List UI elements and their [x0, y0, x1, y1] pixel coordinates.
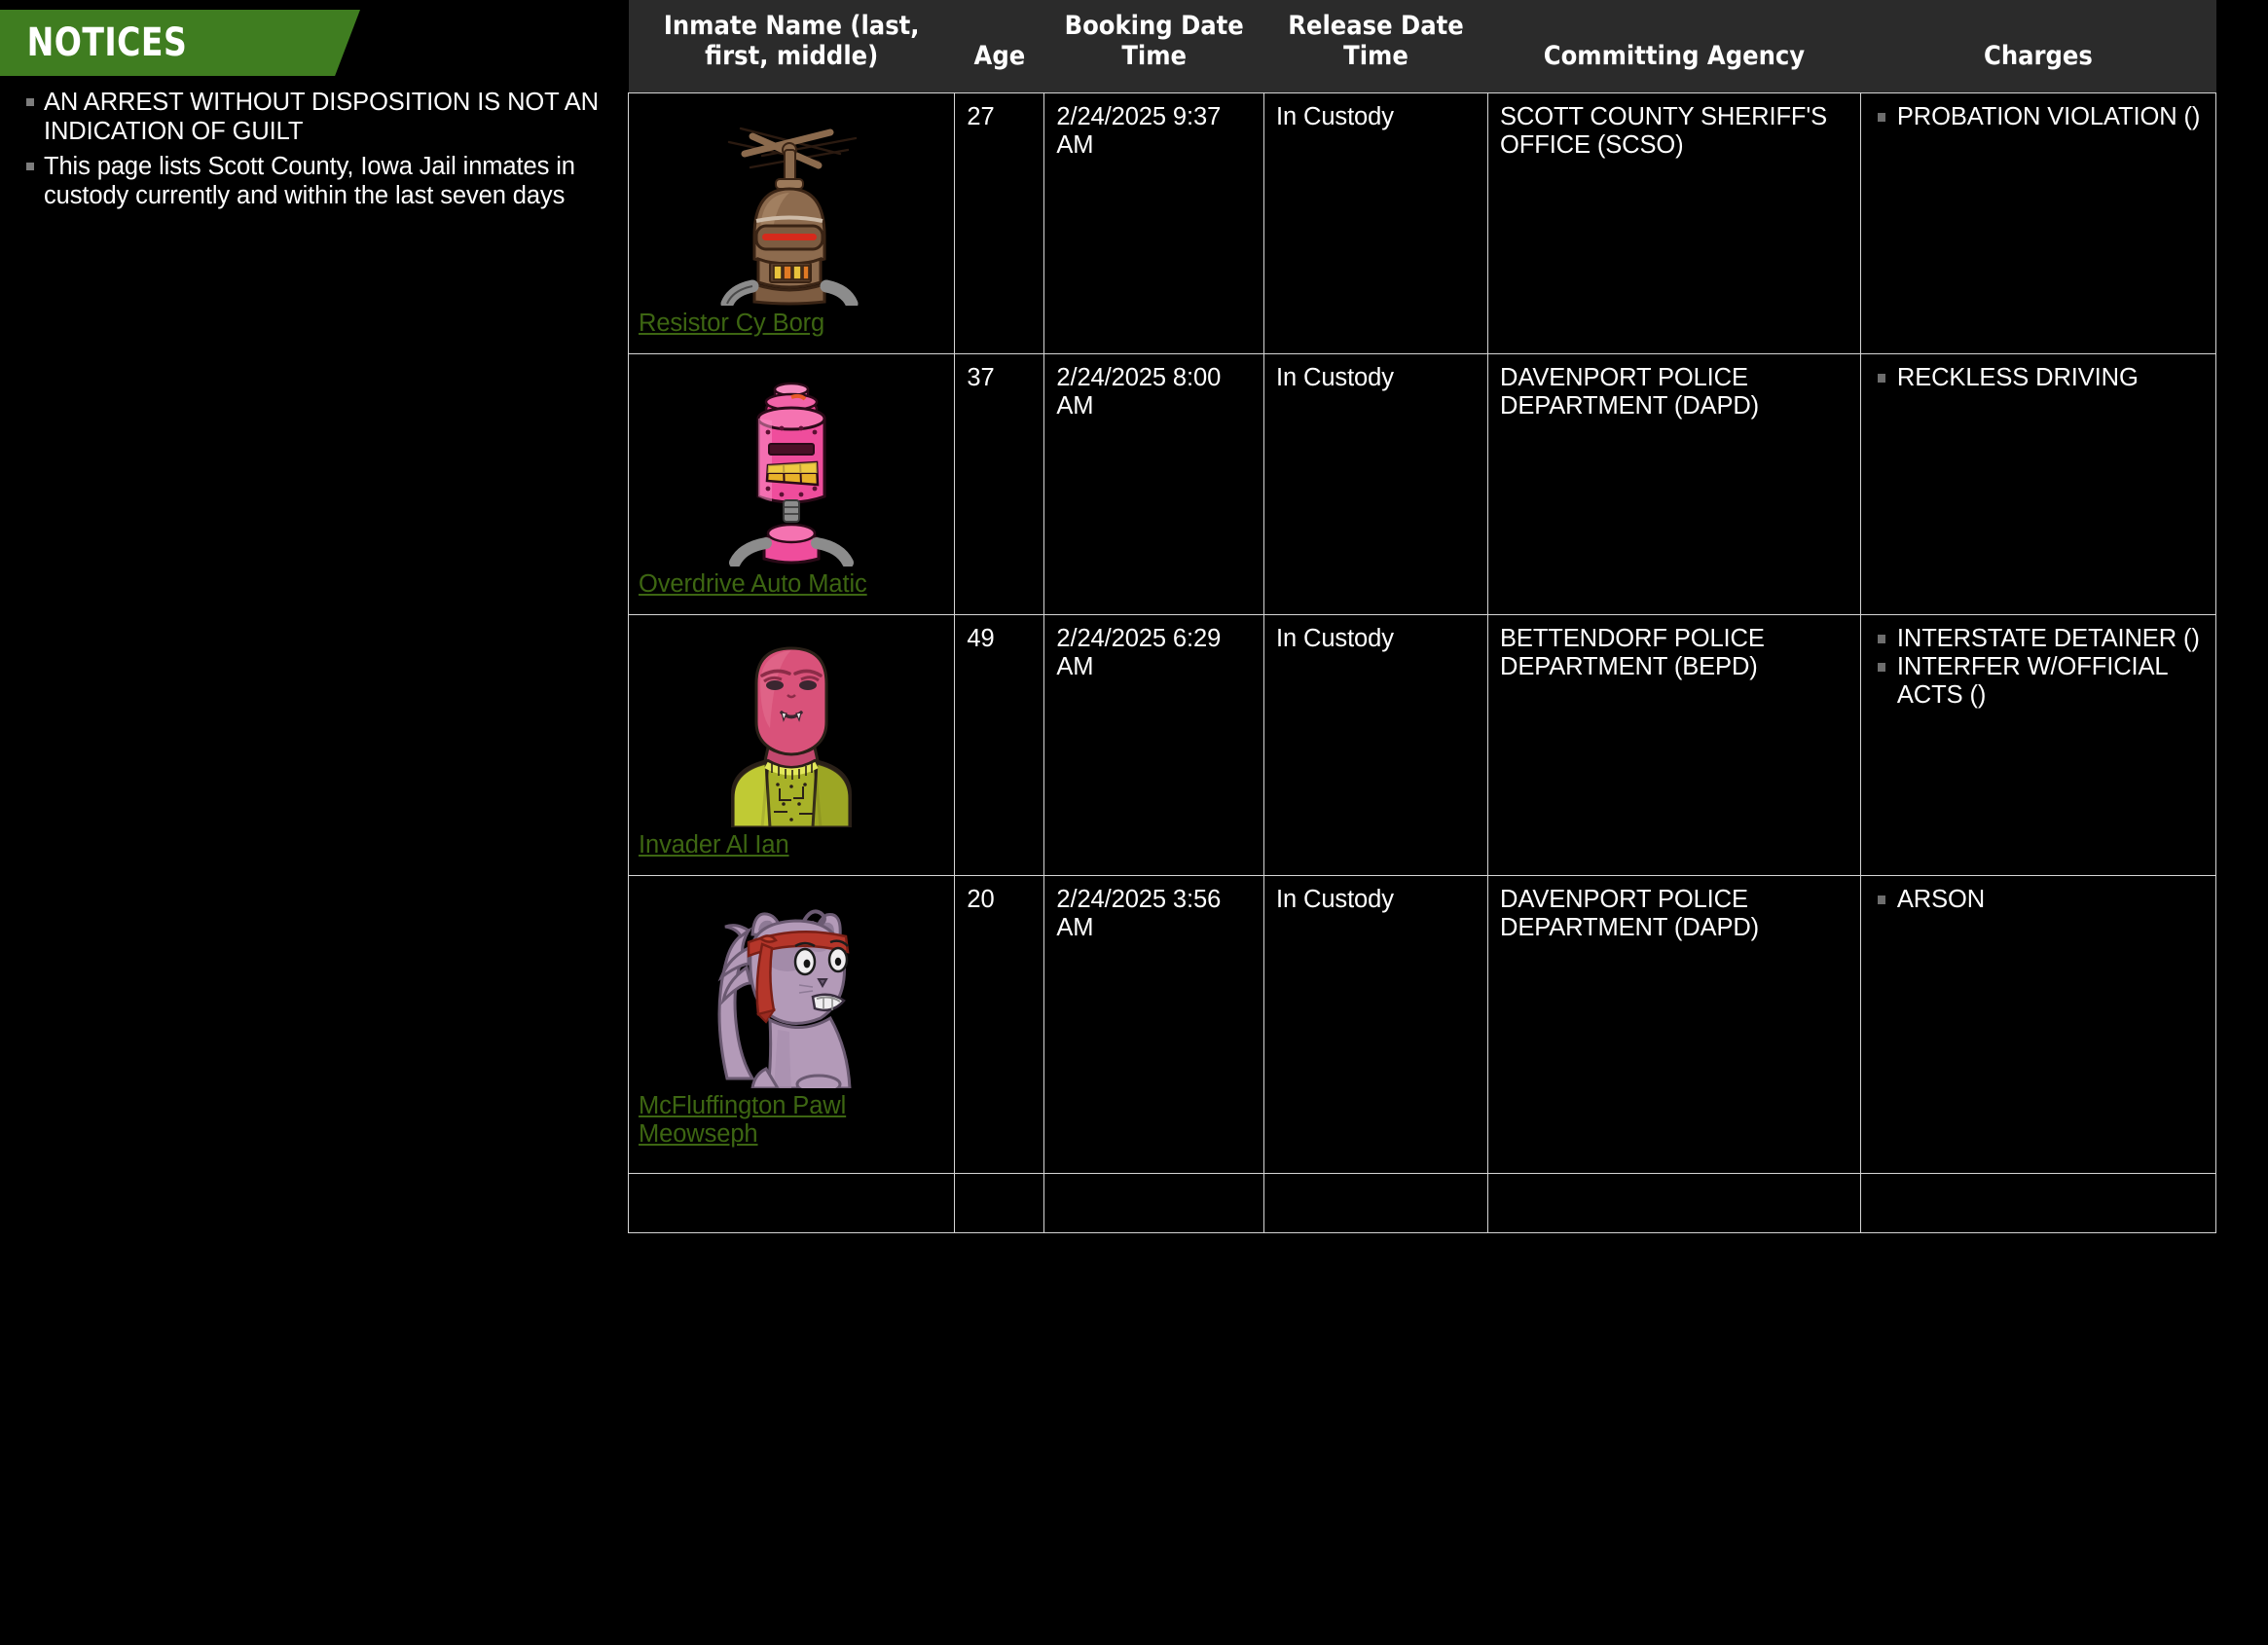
charges-list: INTERSTATE DETAINER () INTERFER W/OFFICI… — [1873, 625, 2204, 710]
avatar-image — [731, 645, 853, 827]
avatar-image — [717, 908, 852, 1088]
inmate-name-link[interactable]: Invader Al Ian — [629, 827, 789, 865]
inmate-booking-date-time — [1043, 1172, 1264, 1233]
square-bullet-icon — [1877, 634, 1885, 643]
notice-item: AN ARREST WITHOUT DISPOSITION IS NOT AN … — [18, 88, 604, 146]
inmate-name-cell: Overdrive Auto Matic — [627, 352, 956, 615]
inmate-committing-agency: BETTENDORF POLICE DEPARTMENT (BEPD) — [1487, 613, 1861, 876]
inmate-release-date-time — [1262, 1172, 1489, 1233]
square-bullet-icon — [26, 98, 34, 106]
avatar-image — [720, 127, 859, 306]
avatar-image — [729, 382, 855, 567]
table-body: Resistor Cy Borg 27 2/24/2025 9:37 AM In… — [627, 91, 2217, 1233]
notice-text: AN ARREST WITHOUT DISPOSITION IS NOT AN … — [44, 89, 599, 145]
inmate-booking-date-time: 2/24/2025 3:56 AM — [1043, 874, 1264, 1174]
inmate-booking-date-time: 2/24/2025 8:00 AM — [1043, 352, 1264, 615]
table-row: Invader Al Ian 49 2/24/2025 6:29 AM In C… — [627, 613, 2217, 876]
notice-item: This page lists Scott County, Iowa Jail … — [18, 152, 604, 210]
inmate-roster-page: NOTICES AN ARREST WITHOUT DISPOSITION IS… — [0, 0, 2268, 1645]
inmate-name-cell — [627, 1172, 956, 1233]
square-bullet-icon — [1877, 373, 1885, 383]
inmate-committing-agency: SCOTT COUNTY SHERIFF'S OFFICE (SCSO) — [1487, 91, 1861, 354]
charge-text: PROBATION VIOLATION () — [1896, 102, 2201, 130]
inmate-booking-date-time: 2/24/2025 6:29 AM — [1043, 613, 1264, 876]
inmate-name-cell: Invader Al Ian — [627, 613, 956, 876]
pink-robot-avatar — [629, 364, 954, 567]
column-header-booking-date-time[interactable]: Booking Date Time — [1043, 0, 1264, 92]
inmate-charges-cell: INTERSTATE DETAINER () INTERFER W/OFFICI… — [1859, 613, 2217, 876]
charge-item: RECKLESS DRIVING — [1873, 364, 2204, 392]
notices-list: AN ARREST WITHOUT DISPOSITION IS NOT AN … — [0, 88, 623, 210]
charge-text: RECKLESS DRIVING — [1896, 363, 2139, 391]
charges-list: RECKLESS DRIVING — [1873, 364, 2204, 392]
inmate-table: Inmate Name (last, first, middle) Age Bo… — [627, 0, 2217, 1233]
charge-item: PROBATION VIOLATION () — [1873, 103, 2204, 131]
column-header-inmate-name[interactable]: Inmate Name (last, first, middle) — [628, 0, 955, 92]
inmate-table-container: Inmate Name (last, first, middle) Age Bo… — [627, 0, 2268, 1645]
table-row: Overdrive Auto Matic 37 2/24/2025 8:00 A… — [627, 352, 2217, 615]
inmate-charges-cell — [1859, 1172, 2217, 1233]
inmate-age: 27 — [954, 91, 1045, 354]
column-header-committing-agency[interactable]: Committing Agency — [1487, 0, 1861, 92]
notices-title: NOTICES — [26, 20, 188, 65]
inmate-release-date-time: In Custody — [1262, 874, 1489, 1174]
charge-item: ARSON — [1873, 886, 2204, 914]
charge-text: ARSON — [1896, 885, 1986, 913]
inmate-age — [954, 1172, 1045, 1233]
table-header: Inmate Name (last, first, middle) Age Bo… — [628, 0, 2216, 92]
table-row: Resistor Cy Borg 27 2/24/2025 9:37 AM In… — [627, 91, 2217, 354]
inmate-committing-agency — [1487, 1172, 1861, 1233]
table-row — [627, 1172, 2217, 1233]
inmate-age: 49 — [954, 613, 1045, 876]
charge-item: INTERFER W/OFFICIAL ACTS () — [1873, 653, 2204, 710]
inmate-booking-date-time: 2/24/2025 9:37 AM — [1043, 91, 1264, 354]
column-header-age[interactable]: Age — [954, 0, 1044, 92]
pink-alien-soldier-avatar — [629, 625, 954, 827]
table-row: McFluffington Pawl Meowseph 20 2/24/2025… — [627, 874, 2217, 1174]
inmate-committing-agency: DAVENPORT POLICE DEPARTMENT (DAPD) — [1487, 874, 1861, 1174]
inmate-release-date-time: In Custody — [1262, 352, 1489, 615]
charge-text: INTERSTATE DETAINER () — [1896, 624, 2200, 652]
square-bullet-icon — [1877, 662, 1885, 672]
notices-panel: NOTICES AN ARREST WITHOUT DISPOSITION IS… — [0, 0, 623, 1645]
inmate-name-link[interactable]: Resistor Cy Borg — [629, 306, 824, 344]
charge-item: INTERSTATE DETAINER () — [1873, 625, 2204, 653]
inmate-charges-cell: ARSON — [1859, 874, 2217, 1174]
inmate-charges-cell: PROBATION VIOLATION () — [1859, 91, 2217, 354]
square-bullet-icon — [1877, 112, 1885, 122]
column-header-charges[interactable]: Charges — [1860, 0, 2216, 92]
inmate-release-date-time: In Custody — [1262, 613, 1489, 876]
inmate-name-link[interactable]: McFluffington Pawl Meowseph — [629, 1088, 954, 1154]
inmate-charges-cell: RECKLESS DRIVING — [1859, 352, 2217, 615]
purple-cat-headband-avatar — [629, 886, 954, 1088]
notice-text: This page lists Scott County, Iowa Jail … — [44, 153, 575, 209]
inmate-name-cell: McFluffington Pawl Meowseph — [627, 874, 956, 1174]
charge-text: INTERFER W/OFFICIAL ACTS () — [1896, 652, 2168, 709]
inmate-name-cell: Resistor Cy Borg — [627, 91, 956, 354]
charges-list: ARSON — [1873, 886, 2204, 914]
notices-banner: NOTICES — [0, 10, 360, 76]
square-bullet-icon — [1877, 895, 1885, 904]
table-header-row: Inmate Name (last, first, middle) Age Bo… — [628, 0, 2216, 92]
charges-list: PROBATION VIOLATION () — [1873, 103, 2204, 131]
brown-robot-antenna-avatar — [629, 103, 954, 306]
inmate-age: 20 — [954, 874, 1045, 1174]
inmate-age: 37 — [954, 352, 1045, 615]
inmate-release-date-time: In Custody — [1262, 91, 1489, 354]
column-header-release-date-time[interactable]: Release Date Time — [1263, 0, 1488, 92]
inmate-committing-agency: DAVENPORT POLICE DEPARTMENT (DAPD) — [1487, 352, 1861, 615]
square-bullet-icon — [26, 163, 34, 170]
inmate-name-link[interactable]: Overdrive Auto Matic — [629, 567, 867, 604]
